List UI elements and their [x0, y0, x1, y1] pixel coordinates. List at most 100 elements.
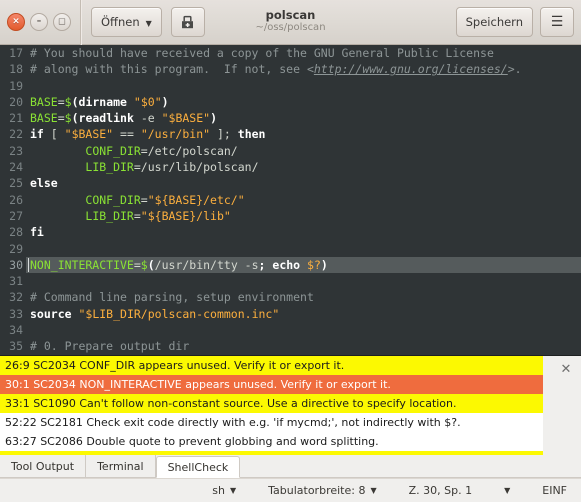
- code-line[interactable]: 18 # along with this program. If not, see…: [0, 61, 581, 78]
- code-text[interactable]: CONF_DIR=/etc/polscan/: [26, 143, 237, 159]
- code-line[interactable]: 33 source "$LIB_DIR/polscan-common.inc": [0, 305, 581, 323]
- shellcheck-message-list[interactable]: 26:9 SC2034 CONF_DIR appears unused. Ver…: [0, 356, 581, 455]
- close-window-button[interactable]: ×: [7, 13, 25, 31]
- code-text[interactable]: source "$LIB_DIR/polscan-common.inc": [26, 306, 279, 322]
- tab-tool-output[interactable]: Tool Output: [0, 455, 87, 477]
- code-text[interactable]: # along with this program. If not, see <…: [26, 61, 522, 77]
- code-token: =: [140, 143, 148, 158]
- code-line[interactable]: 31: [0, 273, 581, 290]
- code-text[interactable]: if [ "$BASE" == "/usr/bin" ]; then: [26, 126, 265, 142]
- code-line[interactable]: 28 fi: [0, 224, 581, 241]
- shellcheck-message[interactable]: 52:22 SC2181 Check exit code directly wi…: [0, 413, 543, 432]
- code-token: # Command line parsing, setup environmen…: [30, 290, 314, 305]
- code-text[interactable]: # Command line parsing, setup environmen…: [26, 289, 314, 305]
- code-token: (: [71, 94, 79, 109]
- shellcheck-message[interactable]: 30:1 SC2034 NON_INTERACTIVE appears unus…: [0, 375, 543, 394]
- code-token: =: [133, 160, 141, 175]
- code-text[interactable]: BASE=$(readlink -e "$BASE"): [26, 110, 217, 126]
- code-line[interactable]: 27 LIB_DIR="${BASE}/lib": [0, 207, 581, 225]
- code-line[interactable]: 25 else: [0, 175, 581, 192]
- extra-selector[interactable]: ▼: [488, 486, 526, 495]
- code-text[interactable]: [26, 241, 30, 257]
- shellcheck-message[interactable]: 66:20 SC2166 Prefer [ p ] || [ q ] as [ …: [0, 451, 543, 455]
- code-line[interactable]: 17 # You should have received a copy of t…: [0, 45, 581, 62]
- code-text[interactable]: [26, 322, 30, 338]
- hamburger-menu-button[interactable]: ☰: [540, 7, 574, 37]
- tab-shellcheck[interactable]: ShellCheck: [155, 456, 241, 478]
- shellcheck-panel: 26:9 SC2034 CONF_DIR appears unused. Ver…: [0, 355, 581, 455]
- minimize-window-button[interactable]: –: [30, 13, 48, 31]
- line-number: 21: [0, 110, 26, 127]
- code-line[interactable]: 20 BASE=$(dirname "$0"): [0, 93, 581, 111]
- language-selector[interactable]: sh ▼: [196, 484, 252, 497]
- new-document-button[interactable]: [170, 7, 205, 37]
- shellcheck-message[interactable]: 63:27 SC2086 Double quote to prevent glo…: [0, 432, 543, 451]
- line-number: 27: [0, 207, 26, 225]
- shellcheck-message[interactable]: 33:1 SC1090 Can't follow non-constant so…: [0, 394, 543, 413]
- code-line[interactable]: 34: [0, 322, 581, 339]
- code-token: "$BASE": [64, 127, 114, 142]
- code-text[interactable]: BASE=$(dirname "$0"): [26, 94, 169, 110]
- code-line[interactable]: 35 # 0. Prepare output dir: [0, 338, 581, 355]
- code-text[interactable]: [26, 78, 30, 94]
- code-token: ==: [113, 127, 141, 142]
- tab-width-label: Tabulatorbreite: 8: [268, 484, 366, 497]
- code-line[interactable]: 30 NON_INTERACTIVE=$(/usr/bin/tty -s; ech…: [0, 256, 581, 274]
- titlebar: × – □ Öffnen ▼ polscan ~/oss/polscan Spe…: [0, 0, 581, 45]
- tab-label: ShellCheck: [167, 460, 229, 474]
- code-text[interactable]: # 0. Prepare output dir: [26, 338, 189, 354]
- code-text[interactable]: else: [26, 175, 58, 191]
- shellcheck-message[interactable]: 26:9 SC2034 CONF_DIR appears unused. Ver…: [0, 356, 543, 375]
- code-text[interactable]: # You should have received a copy of the…: [26, 45, 494, 61]
- line-number: 24: [0, 159, 26, 176]
- code-token: ): [210, 111, 218, 126]
- code-token: # 0. Prepare output dir: [30, 339, 190, 354]
- code-text[interactable]: fi: [26, 224, 44, 240]
- insert-mode-label: EINF: [542, 484, 567, 497]
- code-line[interactable]: 26 CONF_DIR="${BASE}/etc/": [0, 191, 581, 208]
- maximize-window-button[interactable]: □: [53, 13, 71, 31]
- code-token: dirname: [78, 94, 127, 109]
- tab-width-selector[interactable]: Tabulatorbreite: 8 ▼: [252, 484, 392, 497]
- save-button[interactable]: Speichern: [455, 7, 533, 37]
- open-button[interactable]: Öffnen ▼: [91, 7, 162, 37]
- code-token: BASE: [30, 94, 58, 109]
- code-text[interactable]: NON_INTERACTIVE=$(/usr/bin/tty -s; echo …: [26, 257, 328, 273]
- code-line[interactable]: 22 if [ "$BASE" == "/usr/bin" ]; then: [0, 126, 581, 143]
- code-token: (: [71, 111, 79, 126]
- code-line[interactable]: 19: [0, 77, 581, 94]
- line-number: 22: [0, 126, 26, 143]
- code-token: =: [57, 111, 65, 126]
- code-line[interactable]: 32 # Command line parsing, setup environm…: [0, 289, 581, 306]
- code-text[interactable]: CONF_DIR="${BASE}/etc/": [26, 192, 244, 208]
- code-token: [: [43, 127, 65, 142]
- line-number: 32: [0, 289, 26, 306]
- code-text[interactable]: LIB_DIR="${BASE}/lib": [26, 208, 230, 224]
- chevron-down-icon: ▼: [145, 18, 152, 28]
- tab-terminal[interactable]: Terminal: [86, 455, 156, 477]
- insert-mode-indicator[interactable]: EINF: [526, 484, 581, 497]
- code-token: =: [133, 208, 141, 223]
- line-number: 19: [0, 77, 26, 94]
- code-line[interactable]: 29: [0, 240, 581, 257]
- code-token: /usr/bin/tty -s: [154, 257, 259, 272]
- code-token: "$0": [133, 94, 162, 109]
- minimize-icon: –: [36, 16, 42, 26]
- line-number: 23: [0, 142, 26, 160]
- code-text[interactable]: LIB_DIR=/usr/lib/polscan/: [26, 159, 258, 175]
- code-token: BASE: [30, 111, 58, 126]
- code-token: source: [30, 306, 72, 321]
- code-token: LIB_DIR: [85, 160, 134, 175]
- chevron-down-icon: ▼: [504, 486, 511, 495]
- code-line[interactable]: 21 BASE=$(readlink -e "$BASE"): [0, 110, 581, 127]
- line-number: 26: [0, 191, 26, 208]
- file-path-subtitle: ~/oss/polscan: [255, 22, 326, 34]
- code-line[interactable]: 23 CONF_DIR=/etc/polscan/: [0, 142, 581, 160]
- code-line[interactable]: 24 LIB_DIR=/usr/lib/polscan/: [0, 159, 581, 176]
- code-editor[interactable]: 17 # You should have received a copy of t…: [0, 45, 581, 355]
- close-panel-button[interactable]: ✕: [559, 362, 573, 376]
- code-text[interactable]: [26, 273, 30, 289]
